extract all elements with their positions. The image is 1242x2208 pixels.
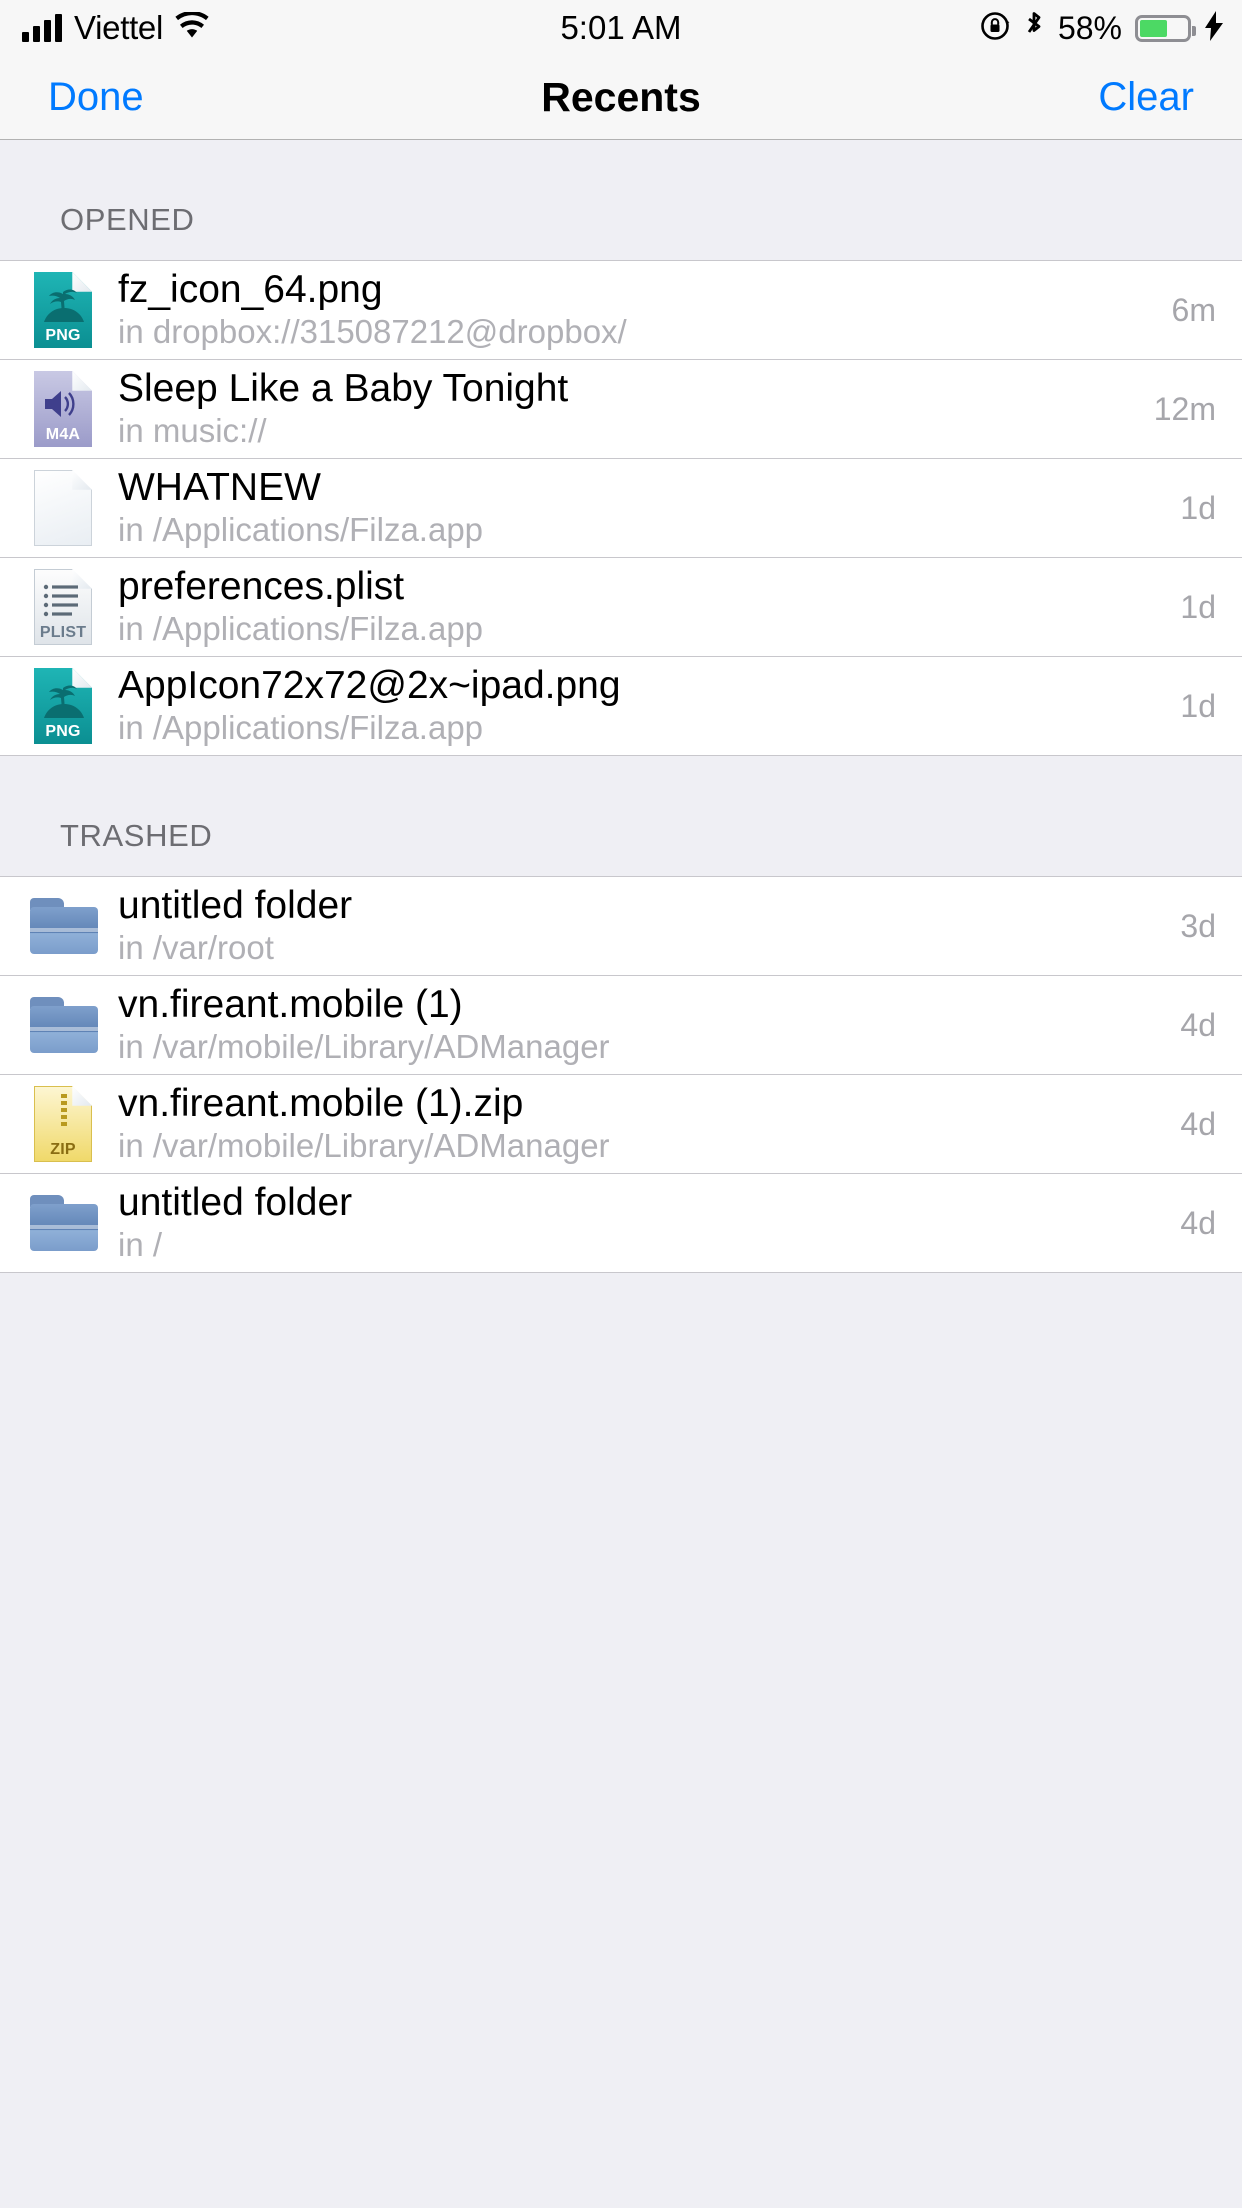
list-item-timestamp: 1d [1180,588,1216,625]
list-item-timestamp: 4d [1180,1006,1216,1043]
section-header: TRASHED [0,756,1242,877]
list-item-name: preferences.plist [118,567,405,609]
list-item-location: in /var/root [118,931,274,966]
list-item-timestamp: 1d [1180,687,1216,724]
list-item-location: in dropbox://315087212@dropbox/ [118,315,627,350]
list-item[interactable]: M4A Sleep Like a Baby Tonight in music://… [0,360,1242,459]
list-item[interactable]: PNG AppIcon72x72@2x~ipad.png in /Applicat… [0,657,1242,756]
list-item-name: Sleep Like a Baby Tonight [118,369,569,411]
list-item[interactable]: untitled folder in / 4d [0,1174,1242,1273]
bluetooth-icon [1023,10,1045,47]
list-item-name: vn.fireant.mobile (1) [118,985,463,1027]
list-item[interactable]: PNG fz_icon_64.png in dropbox://315087212… [0,261,1242,360]
status-bar-right: 58% [980,10,1224,47]
list-item-location: in /Applications/Filza.app [118,513,484,548]
list-item-name: WHATNEW [118,468,321,510]
list-item-timestamp: 12m [1153,390,1216,427]
status-bar: Viettel 5:01 AM 58% [0,0,1242,56]
empty-area [0,1273,1242,2208]
page-title: Recents [541,74,701,120]
list-item-name: untitled folder [118,1183,353,1225]
png-file-icon: PNG [30,269,96,351]
folder-icon [30,885,98,967]
list-item-name: vn.fireant.mobile (1).zip [118,1084,524,1126]
list-item-text: untitled folder in /var/root [118,886,1160,966]
recents-list: OPENED PNG fz_icon_64.png in dropbox://31… [0,140,1242,2208]
battery-icon [1135,14,1196,42]
list-item-text: fz_icon_64.png in dropbox://315087212@dro… [118,270,1152,350]
plist-file-icon: PLIST [30,566,96,648]
list-item-text: WHATNEW in /Applications/Filza.app [118,468,1160,548]
battery-percentage: 58% [1057,9,1122,46]
app-screen: Viettel 5:01 AM 58% Done Recents Clear O… [0,0,1242,2208]
list-item-location: in /var/mobile/Library/ADManager [118,1129,610,1164]
section-rows: untitled folder in /var/root 3d vn.fireant… [0,877,1242,1273]
navigation-bar: Done Recents Clear [0,56,1242,140]
list-item-timestamp: 3d [1180,907,1216,944]
png-file-icon: PNG [30,665,96,747]
folder-icon [30,984,98,1066]
list-item-text: preferences.plist in /Applications/Filza.… [118,567,1160,647]
list-item-timestamp: 4d [1180,1204,1216,1241]
section-header: OPENED [0,140,1242,261]
list-item-location: in /var/mobile/Library/ADManager [118,1030,610,1065]
list-item[interactable]: vn.fireant.mobile (1) in /var/mobile/Libr… [0,976,1242,1075]
rotation-lock-icon [980,11,1010,46]
list-item-text: vn.fireant.mobile (1).zip in /var/mobile/… [118,1084,1160,1164]
list-item-timestamp: 1d [1180,489,1216,526]
list-item-location: in /Applications/Filza.app [118,612,484,647]
list-item-name: fz_icon_64.png [118,270,383,312]
list-item-location: in / [118,1228,163,1263]
zip-file-icon: ZIP [30,1083,96,1165]
list-item[interactable]: untitled folder in /var/root 3d [0,877,1242,976]
section-rows: PNG fz_icon_64.png in dropbox://315087212… [0,261,1242,756]
list-item-text: Sleep Like a Baby Tonight in music:// [118,369,1134,449]
folder-icon [30,1182,98,1264]
blank-document-icon [30,467,96,549]
list-item-name: untitled folder [118,886,353,928]
list-item[interactable]: WHATNEW in /Applications/Filza.app 1d [0,459,1242,558]
list-item-text: vn.fireant.mobile (1) in /var/mobile/Libr… [118,985,1160,1065]
list-item-name: AppIcon72x72@2x~ipad.png [118,666,621,708]
list-item[interactable]: ZIP vn.fireant.mobile (1).zip in /var/mob… [0,1075,1242,1174]
list-item-text: AppIcon72x72@2x~ipad.png in /Applications… [118,666,1160,746]
list-item-text: untitled folder in / [118,1183,1160,1263]
m4a-audio-file-icon: M4A [30,368,96,450]
list-item-location: in /Applications/Filza.app [118,711,484,746]
charging-bolt-icon [1204,10,1224,46]
clear-button[interactable]: Clear [1098,75,1194,120]
list-item[interactable]: PLIST preferences.plist in /Applications/… [0,558,1242,657]
list-item-location: in music:// [118,414,267,449]
list-item-timestamp: 6m [1171,291,1216,328]
list-item-timestamp: 4d [1180,1105,1216,1142]
